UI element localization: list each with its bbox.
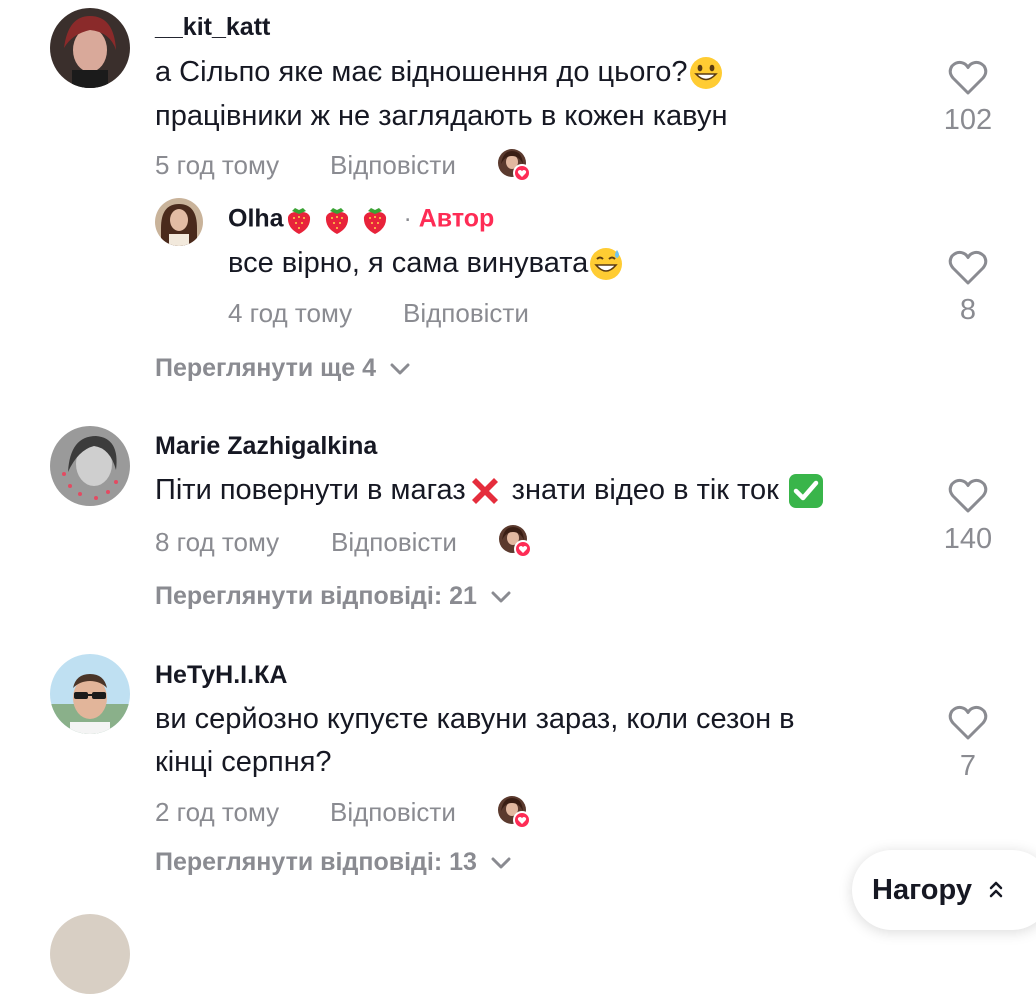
- strawberry-emoji-icon: [363, 208, 386, 234]
- comment-text: ви серйозно купуєте кавуни зараз, коли с…: [155, 703, 795, 735]
- heart-outline-icon[interactable]: [948, 478, 988, 514]
- view-more-replies-button[interactable]: Переглянути ще 4: [155, 354, 410, 383]
- view-more-replies-button[interactable]: Переглянути відповіді: 13: [155, 848, 511, 877]
- comment-username[interactable]: __kit_katt: [155, 13, 270, 42]
- comment-text-line2: кінці серпня?: [155, 746, 332, 778]
- comment-time: 2 год тому: [155, 797, 280, 827]
- comment-text: Піти повернути в магаз знати відео в тік…: [155, 468, 825, 512]
- comment-text-line2: працівники ж не заглядають в кожен кавун: [155, 100, 728, 132]
- comment-time: 8 год тому: [155, 527, 280, 557]
- liked-by-author-icon: [497, 795, 531, 829]
- like-count: 7: [959, 750, 977, 782]
- comment-text: а Сільпо яке має відношення до цього?: [155, 50, 724, 94]
- view-more-replies-button[interactable]: Переглянути відповіді: 21: [155, 582, 511, 611]
- chevron-down-icon: [491, 591, 511, 602]
- heart-outline-icon[interactable]: [948, 250, 988, 286]
- double-chevron-up-icon: [989, 881, 1003, 898]
- liked-by-author-icon: [498, 524, 532, 558]
- avatar[interactable]: [50, 654, 130, 734]
- author-badge: Автор: [418, 204, 495, 233]
- back-to-top-button[interactable]: Нагору: [852, 850, 1036, 930]
- back-to-top-label[interactable]: Нагору: [872, 874, 972, 907]
- avatar[interactable]: [50, 8, 130, 88]
- grinning-sweat-emoji-icon: [590, 248, 623, 281]
- reply-button[interactable]: Відповісти: [403, 298, 529, 329]
- comment-username[interactable]: НеТуН.І.КА: [155, 661, 287, 690]
- like-count: 140: [943, 523, 993, 555]
- like-count: 8: [959, 294, 977, 326]
- like-count: 102: [943, 104, 993, 136]
- chevron-down-icon: [491, 857, 511, 868]
- reply-button[interactable]: Відповісти: [331, 527, 457, 558]
- check-mark-button-emoji-icon: [788, 474, 823, 509]
- reply-button[interactable]: Відповісти: [330, 150, 456, 181]
- avatar[interactable]: [50, 914, 130, 994]
- heart-outline-icon[interactable]: [948, 705, 988, 741]
- comment-time: 5 год тому: [155, 150, 280, 180]
- avatar[interactable]: [50, 426, 130, 506]
- grinning-face-emoji-icon: [689, 57, 722, 90]
- liked-by-author-icon: [497, 148, 531, 182]
- comment-username[interactable]: Marie Zazhigalkina: [155, 432, 377, 461]
- reply-text: все вірно, я сама винувата: [228, 241, 624, 285]
- reply-button[interactable]: Відповісти: [330, 797, 456, 828]
- heart-outline-icon[interactable]: [948, 60, 988, 96]
- reply-username[interactable]: Olha · Автор: [228, 204, 494, 236]
- avatar[interactable]: [155, 198, 203, 246]
- strawberry-emoji-icon: [325, 208, 348, 234]
- strawberry-emoji-icon: [287, 208, 310, 234]
- chevron-down-icon: [390, 363, 410, 374]
- cross-mark-emoji-icon: [471, 478, 498, 505]
- reply-time: 4 год тому: [228, 298, 353, 328]
